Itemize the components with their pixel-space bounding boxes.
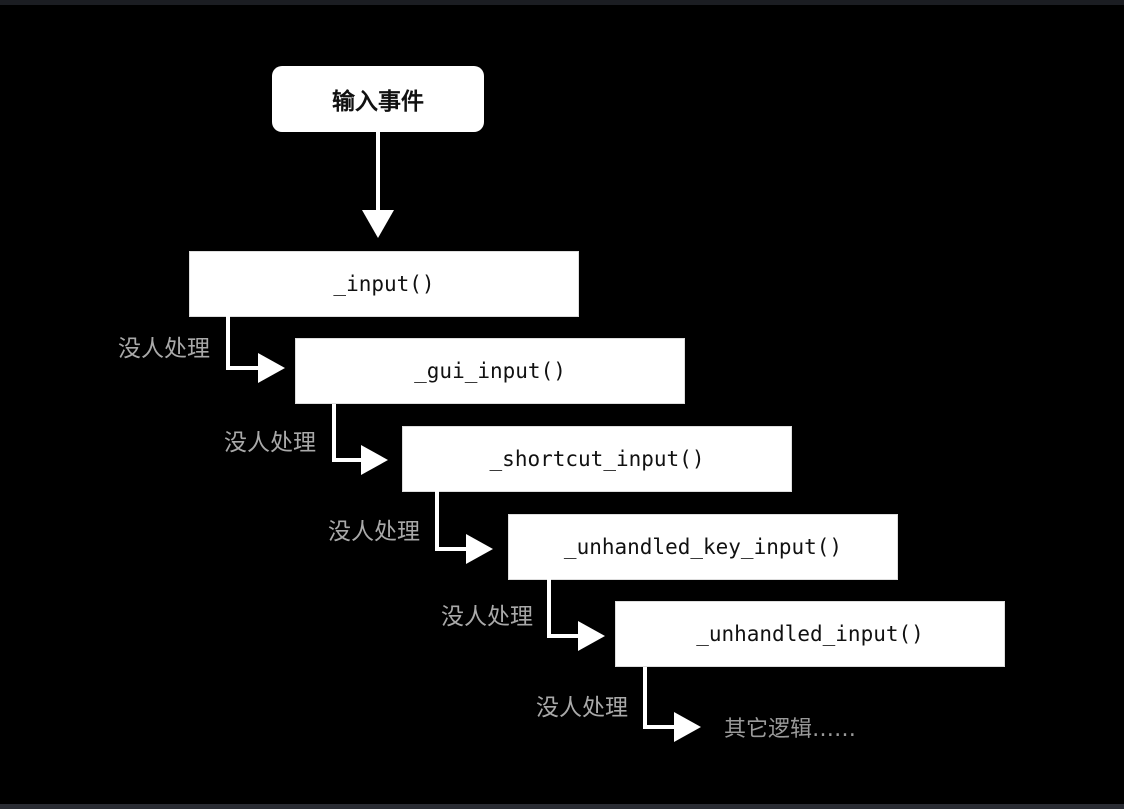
arrows-layer [226,132,701,742]
elbow-arrow-5 [643,667,701,742]
bottom-scrollbar [0,804,1124,809]
elbow-arrow-1 [226,296,285,383]
start-arrow [362,132,394,238]
elbow-arrow-3 [435,484,493,564]
elbow-arrow-4 [547,567,605,651]
elbow-arrow-2 [332,404,388,475]
